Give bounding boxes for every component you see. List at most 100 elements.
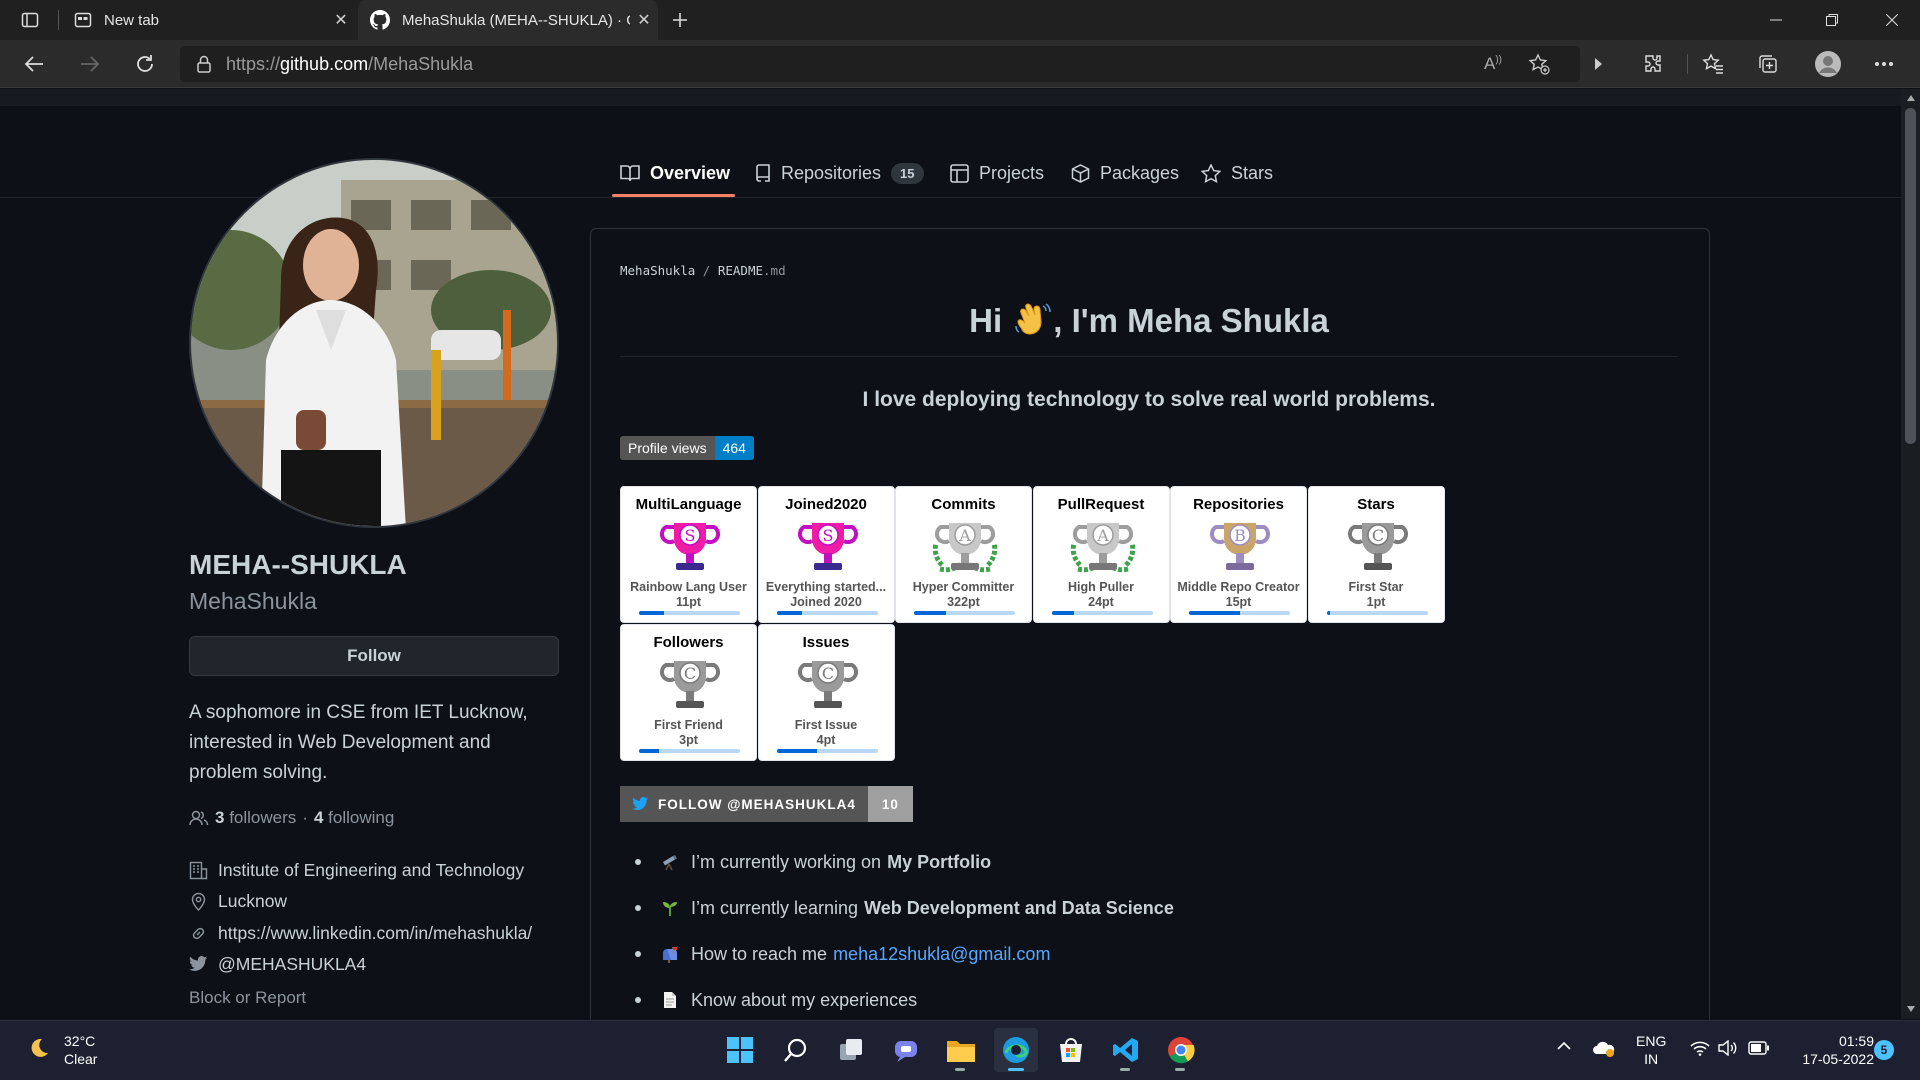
list-item-working: I’m currently working on My Portfolio bbox=[635, 848, 991, 876]
start-button-icon[interactable] bbox=[718, 1028, 762, 1072]
chevron-right-icon[interactable] bbox=[1582, 48, 1614, 80]
list-text: I’m currently working on bbox=[691, 851, 882, 872]
website-link[interactable]: https://www.linkedin.com/in/mehashukla/ bbox=[218, 923, 532, 944]
browser-tab-github[interactable]: MehaShukla (MEHA--SHUKLA) · GitHub ✕ bbox=[358, 0, 658, 40]
refresh-icon[interactable] bbox=[129, 48, 161, 80]
trophy-title: Repositories bbox=[1193, 496, 1284, 513]
following-label: following bbox=[328, 808, 395, 827]
extensions-icon[interactable] bbox=[1637, 48, 1669, 80]
battery-icon[interactable] bbox=[1748, 1041, 1770, 1055]
forward-icon[interactable] bbox=[74, 48, 106, 80]
collections-icon[interactable] bbox=[1752, 48, 1784, 80]
tab-packages[interactable]: Packages bbox=[1071, 150, 1179, 196]
favorite-add-icon[interactable] bbox=[1528, 53, 1550, 75]
profile-website[interactable]: https://www.linkedin.com/in/mehashukla/ bbox=[189, 921, 532, 945]
weather-moon-icon[interactable] bbox=[26, 1036, 50, 1060]
twitter-bird-icon bbox=[632, 797, 649, 811]
trophy-progress-bar bbox=[1051, 611, 1153, 615]
notification-badge[interactable]: 5 bbox=[1874, 1040, 1894, 1060]
bullet bbox=[635, 859, 641, 865]
trophy-line1: First Friend bbox=[654, 717, 723, 732]
trophy-progress-bar bbox=[639, 611, 740, 615]
star-icon bbox=[1201, 163, 1231, 183]
follow-button[interactable]: Follow bbox=[189, 636, 559, 676]
profile-twitter[interactable]: @MEHASHUKLA4 bbox=[189, 952, 366, 976]
views-badge-label: Profile views bbox=[620, 436, 715, 460]
tab-stars[interactable]: Stars bbox=[1201, 150, 1273, 196]
trophy-cup-icon: C bbox=[797, 660, 858, 708]
trophy-rank: S bbox=[685, 526, 696, 545]
list-strong: My Portfolio bbox=[887, 851, 992, 872]
more-menu-icon[interactable] bbox=[1868, 48, 1900, 80]
trophy-rank: A bbox=[1096, 526, 1109, 545]
close-tab-icon[interactable]: ✕ bbox=[630, 10, 658, 30]
readme-heading: Hi , I'm Meha Shukla bbox=[620, 300, 1678, 350]
back-icon[interactable] bbox=[18, 48, 50, 80]
trophy-line2: 4pt bbox=[816, 732, 836, 747]
search-icon[interactable] bbox=[774, 1028, 818, 1072]
microsoft-store-icon[interactable] bbox=[1049, 1028, 1093, 1072]
trophy-progress-bar bbox=[1326, 611, 1428, 615]
url-scheme: https:// bbox=[226, 53, 281, 74]
profile-avatar-icon[interactable] bbox=[1812, 48, 1844, 80]
task-view-icon[interactable] bbox=[829, 1028, 873, 1072]
trophy-card: MultiLanguage S Rainbow Lang User 11pt bbox=[620, 486, 757, 623]
trophy-card: Issues C First Issue 4pt bbox=[757, 623, 895, 761]
file-explorer-icon[interactable] bbox=[939, 1028, 983, 1072]
trophy-rank: B bbox=[1234, 526, 1246, 545]
url-host: github.com bbox=[280, 53, 369, 74]
table-icon bbox=[950, 163, 979, 183]
show-hidden-icons-chevron-icon[interactable] bbox=[1556, 1040, 1572, 1052]
language-indicator[interactable]: ENG IN bbox=[1636, 1032, 1666, 1068]
followers-link[interactable]: 3 followers bbox=[215, 808, 296, 828]
trophy-card: Joined2020 S Everything started... Joined 2… bbox=[757, 486, 895, 623]
profile-bio: A sophomore in CSE from IET Lucknow, int… bbox=[189, 702, 528, 783]
edge-browser-icon[interactable] bbox=[994, 1028, 1038, 1072]
teams-chat-icon[interactable] bbox=[884, 1028, 928, 1072]
twitter-follow-badge[interactable]: FOLLOW @MEHASHUKLA4 10 bbox=[620, 786, 913, 822]
running-indicator bbox=[1120, 1068, 1130, 1071]
read-aloud-icon[interactable]: A)) bbox=[1484, 54, 1502, 74]
new-tab-plus-icon[interactable] bbox=[664, 4, 696, 36]
weather-desc: Clear bbox=[64, 1051, 98, 1067]
onedrive-sync-icon[interactable] bbox=[1592, 1038, 1616, 1058]
minimize-icon[interactable] bbox=[1748, 0, 1804, 40]
profile-location: Lucknow bbox=[189, 889, 287, 913]
browser-tab-new-tab[interactable]: New tab ✕ bbox=[60, 0, 355, 40]
trophy-title: Commits bbox=[931, 496, 996, 513]
address-bar[interactable]: https://github.com/MehaShukla A)) bbox=[180, 46, 1580, 82]
tab-actions-icon[interactable] bbox=[14, 4, 46, 36]
seedling-icon bbox=[661, 899, 679, 917]
volume-icon[interactable] bbox=[1718, 1040, 1738, 1056]
restore-icon[interactable] bbox=[1804, 0, 1860, 40]
lang-secondary: IN bbox=[1644, 1051, 1659, 1067]
book-icon bbox=[620, 164, 650, 182]
browser-tab-strip: New tab ✕ MehaShukla (MEHA--SHUKLA) · Gi… bbox=[0, 0, 1920, 40]
trophy-progress-bar bbox=[776, 748, 878, 753]
wifi-icon[interactable] bbox=[1690, 1040, 1710, 1056]
scrollbar[interactable] bbox=[1901, 89, 1920, 1019]
readme-owner-link[interactable]: MehaShukla bbox=[620, 263, 695, 278]
twitter-handle[interactable]: @MEHASHUKLA4 bbox=[218, 954, 366, 975]
vscode-icon[interactable] bbox=[1104, 1028, 1148, 1072]
list-text: How to reach me bbox=[691, 943, 828, 964]
favorites-icon[interactable] bbox=[1697, 48, 1729, 80]
close-window-icon[interactable] bbox=[1864, 0, 1920, 40]
list-item-learning: I’m currently learning Web Development a… bbox=[635, 894, 1174, 922]
clock-time: 01:59 bbox=[1838, 1033, 1874, 1049]
clock[interactable]: 01:59 17-05-2022 bbox=[1784, 1032, 1874, 1068]
tab-projects[interactable]: Projects bbox=[950, 150, 1044, 196]
trophy-cup-icon: B bbox=[1209, 523, 1271, 570]
chrome-icon[interactable] bbox=[1159, 1028, 1203, 1072]
tab-overview[interactable]: Overview bbox=[620, 150, 730, 196]
following-link[interactable]: 4 following bbox=[314, 808, 394, 828]
trophy-card: Followers C First Friend 3pt bbox=[620, 623, 757, 761]
email-link[interactable]: meha12shukla@gmail.com bbox=[833, 944, 1050, 965]
block-or-report-link[interactable]: Block or Report bbox=[189, 988, 306, 1008]
trophy-rank: S bbox=[822, 526, 833, 545]
weather-widget[interactable]: 32°C Clear bbox=[64, 1032, 97, 1068]
trophy-line1: First Issue bbox=[794, 717, 858, 732]
tab-repositories[interactable]: Repositories 15 bbox=[755, 150, 924, 196]
avatar[interactable] bbox=[189, 158, 559, 528]
close-tab-icon[interactable]: ✕ bbox=[327, 10, 355, 30]
